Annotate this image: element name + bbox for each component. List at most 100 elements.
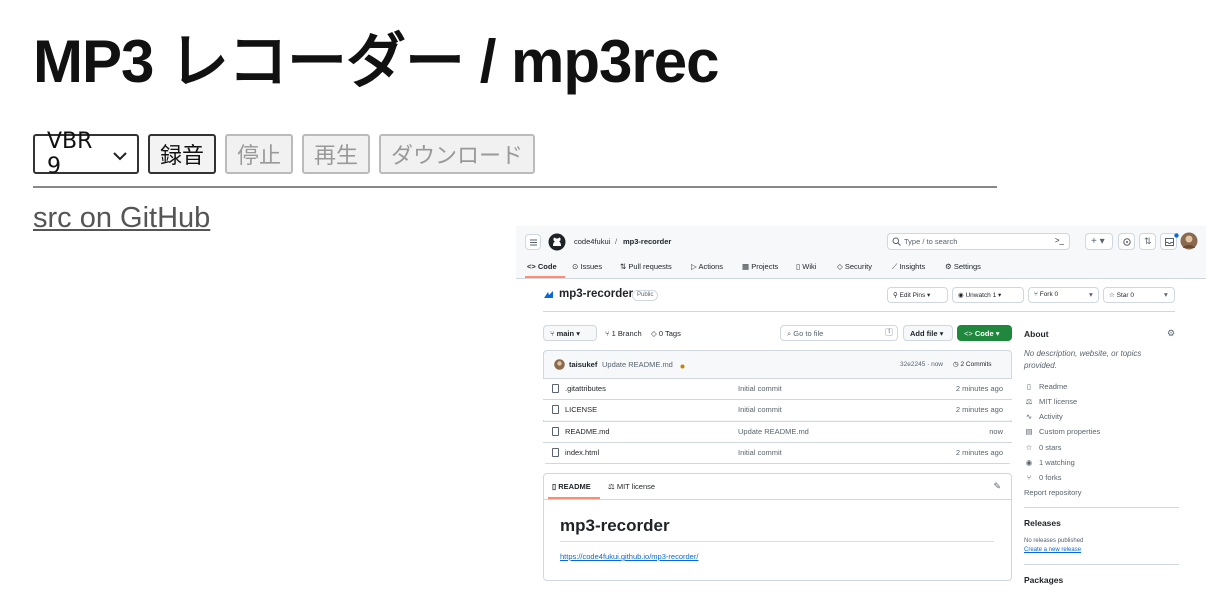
tab-code[interactable]: <> Code [527, 262, 557, 271]
menu-button[interactable] [525, 234, 541, 250]
readme-link[interactable]: https://code4fukui.github.io/mp3-recorde… [560, 552, 698, 561]
repo-name-breadcrumb[interactable]: mp3-recorder [623, 237, 671, 246]
keyboard-shortcut: t [885, 328, 893, 336]
create-new-button[interactable]: + ▾ [1085, 233, 1113, 250]
inbox-icon [1165, 238, 1174, 248]
search-icon: ⌕ [787, 329, 792, 338]
tab-settings[interactable]: ⚙ Settings [945, 262, 981, 271]
file-name[interactable]: .gitattributes [565, 384, 606, 393]
branch-select[interactable]: ⑂ main ▾ [543, 325, 597, 341]
download-button[interactable]: ダウンロード [379, 134, 536, 174]
add-file-button[interactable]: Add file ▾ [903, 325, 953, 341]
go-to-file-input[interactable]: ⌕ Go to file t [780, 325, 898, 341]
play-button[interactable]: 再生 [302, 134, 371, 174]
create-release-link[interactable]: Create a new release [1024, 547, 1081, 553]
stop-button[interactable]: 停止 [225, 134, 294, 174]
gear-icon: ⚙ [945, 262, 952, 271]
record-button[interactable]: 録音 [148, 134, 217, 174]
sidebar-item-activity[interactable]: ∿ Activity [1024, 412, 1063, 421]
tags-link[interactable]: ◇ 0 Tags [651, 329, 681, 338]
bitrate-select[interactable]: VBR 9 [33, 129, 139, 179]
search-icon [892, 237, 901, 248]
sidebar-item-stars[interactable]: ☆ 0 stars [1024, 443, 1062, 452]
sidebar-divider [1024, 564, 1179, 565]
commits-link[interactable]: ◷ 2 Commits [953, 360, 992, 368]
issue-icon: ⊙ [572, 262, 579, 271]
github-logo-icon[interactable] [548, 233, 566, 253]
pull-request-icon: ⇅ [1144, 236, 1152, 246]
tab-actions[interactable]: ▷ Actions [691, 262, 723, 271]
repo-title[interactable]: mp3-recorder [559, 288, 633, 300]
plus-icon: + ▾ [1091, 236, 1105, 247]
tab-wiki[interactable]: ▯ Wiki [796, 262, 816, 271]
commit-hash-time[interactable]: 32e2245 · now [900, 361, 943, 368]
inbox-button[interactable] [1160, 231, 1179, 250]
book-icon: ▯ [552, 482, 557, 491]
code-button[interactable]: <> Code ▾ [957, 325, 1012, 341]
table-row[interactable]: LICENSE Initial commit 2 minutes ago [543, 399, 1012, 420]
pin-icon: ⚲ [893, 292, 898, 299]
tab-projects[interactable]: ▦ Projects [742, 262, 778, 271]
file-commit-message[interactable]: Initial commit [738, 448, 782, 457]
commit-author[interactable]: taisukef [569, 360, 597, 369]
unwatch-button[interactable]: ◉ Unwatch 1 ▾ [952, 287, 1024, 303]
file-name[interactable]: index.html [565, 448, 599, 457]
fork-button[interactable]: ⑂ Fork 0 ▾ [1028, 287, 1099, 303]
gear-icon[interactable]: ⚙ [1167, 328, 1175, 339]
file-commit-message[interactable]: Initial commit [738, 384, 782, 393]
sidebar-item-forks[interactable]: ⑂ 0 forks [1024, 473, 1062, 482]
pull-requests-button[interactable]: ⇅ [1139, 233, 1156, 250]
file-icon [552, 427, 559, 436]
issues-button[interactable] [1118, 233, 1135, 250]
readme-title: mp3-recorder [560, 516, 670, 535]
tab-pull-requests[interactable]: ⇅ Pull requests [620, 262, 672, 271]
note-icon: ▤ [1025, 427, 1033, 436]
chevron-down-icon: ▾ [1164, 290, 1168, 299]
repo-owner[interactable]: code4fukui [574, 237, 610, 246]
command-palette-icon[interactable]: >_ [1055, 236, 1064, 245]
table-row[interactable]: .gitattributes Initial commit 2 minutes … [543, 378, 1012, 399]
breadcrumb-separator: / [615, 237, 618, 246]
tab-insights[interactable]: ⟋ Insights [892, 262, 925, 272]
file-name[interactable]: README.md [565, 427, 610, 436]
readme-divider [544, 499, 1011, 500]
search-input[interactable]: Type / to search >_ [887, 233, 1070, 250]
divider [33, 186, 997, 188]
history-icon: ◷ [953, 361, 959, 368]
sidebar-item-custom-properties[interactable]: ▤ Custom properties [1024, 427, 1100, 436]
edit-pins-button[interactable]: ⚲ Edit Pins ▾ [887, 287, 948, 303]
commit-message[interactable]: Update README.md [602, 360, 673, 369]
sidebar-item-license[interactable]: ⚖ MIT license [1024, 397, 1078, 406]
file-icon [552, 405, 559, 414]
tab-readme[interactable]: ▯ README [552, 482, 591, 491]
file-time: 2 minutes ago [955, 384, 1003, 393]
releases-heading[interactable]: Releases [1024, 518, 1061, 528]
search-placeholder: Type / to search [904, 237, 958, 246]
sidebar-item-readme[interactable]: ▯ Readme [1024, 382, 1067, 391]
fork-icon: ⑂ [1026, 473, 1032, 482]
table-row[interactable]: README.md Update README.md now [543, 421, 1012, 442]
tab-security[interactable]: ◇ Security [837, 262, 872, 271]
chevron-down-icon [113, 142, 127, 167]
report-repository-link[interactable]: Report repository [1024, 488, 1082, 497]
star-button[interactable]: ☆ Star 0 ▾ [1103, 287, 1175, 303]
github-screenshot: code4fukui / mp3-recorder Type / to sear… [516, 226, 1206, 610]
file-name[interactable]: LICENSE [565, 405, 597, 414]
book-icon: ▯ [1026, 382, 1032, 391]
edit-icon[interactable]: ✎ [993, 481, 1001, 492]
sidebar-item-watching[interactable]: ◉ 1 watching [1024, 458, 1075, 467]
branches-link[interactable]: ⑂ 1 Branch [605, 329, 642, 338]
github-source-link[interactable]: src on GitHub [33, 202, 210, 235]
header-divider [543, 311, 1175, 312]
file-commit-message[interactable]: Initial commit [738, 405, 782, 414]
table-row[interactable]: index.html Initial commit 2 minutes ago [543, 442, 1012, 463]
avatar[interactable] [1180, 232, 1198, 252]
star-icon: ☆ [1025, 443, 1033, 452]
notification-dot-icon [1174, 231, 1179, 240]
eye-icon: ◉ [1025, 458, 1033, 467]
tab-license[interactable]: ⚖ MIT license [608, 482, 655, 491]
pulse-icon: ∿ [1025, 412, 1033, 421]
tab-issues[interactable]: ⊙ Issues [572, 262, 602, 271]
file-commit-message[interactable]: Update README.md [738, 427, 809, 436]
packages-heading[interactable]: Packages [1024, 575, 1063, 585]
